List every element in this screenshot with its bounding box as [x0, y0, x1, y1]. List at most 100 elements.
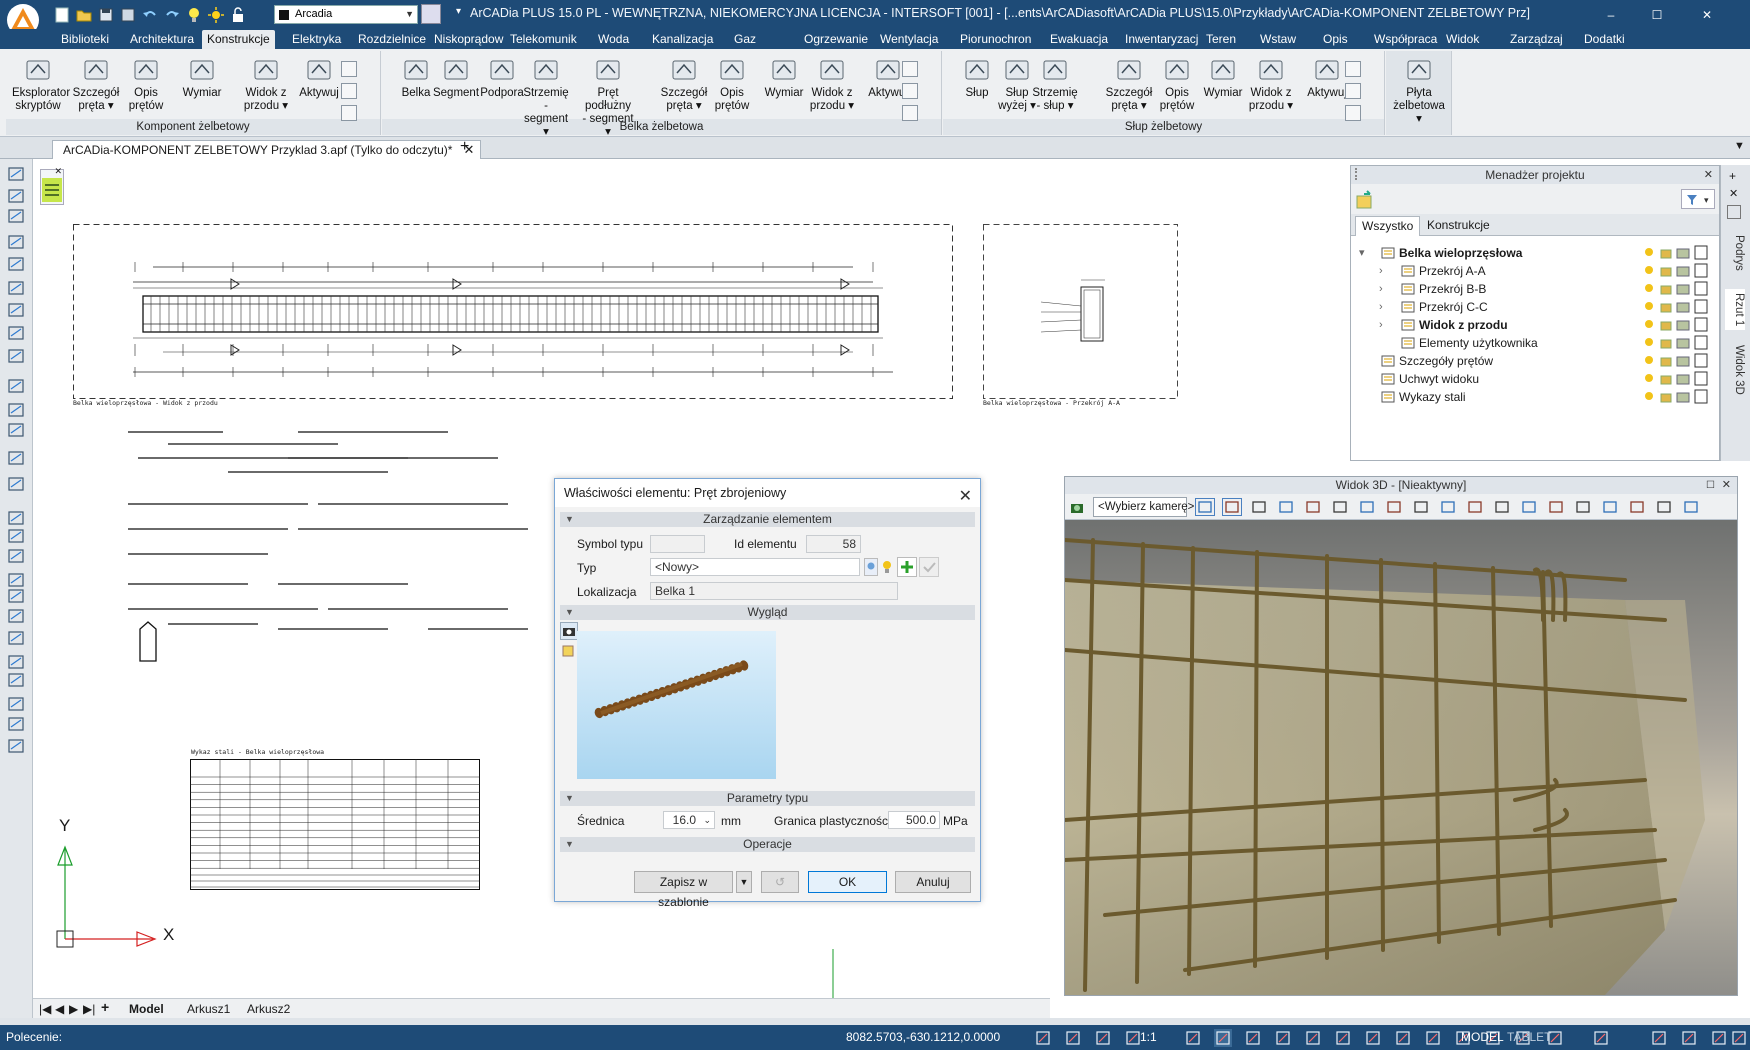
view-3d-tool-icon-3[interactable]	[1276, 498, 1296, 516]
menu-tab-biblioteki[interactable]: Biblioteki	[61, 30, 109, 49]
status-toggle-icon-13[interactable]	[1424, 1029, 1442, 1047]
dialog-close-button[interactable]: ✕	[959, 483, 972, 511]
camera-select[interactable]: <Wybierz kamerę>	[1093, 497, 1194, 517]
view-3d-tool-icon-10[interactable]	[1465, 498, 1485, 516]
view-3d-tool-icon-6[interactable]	[1357, 498, 1377, 516]
left-tool-icon-7[interactable]	[7, 324, 25, 342]
section-appearance[interactable]: ▼ Wygląd	[560, 605, 975, 620]
view-3d-tool-icon-1[interactable]	[1222, 498, 1242, 516]
ribbon-button-0-5[interactable]: Aktywuj	[293, 53, 345, 100]
left-tool-icon-3[interactable]	[7, 233, 25, 251]
document-tab[interactable]: ArCADia-KOMPONENT ZELBETOWY Przyklad 3.a…	[52, 140, 482, 159]
menu-tab-gaz[interactable]: Gaz	[734, 30, 756, 49]
ribbon-small-tool-2[interactable]	[902, 105, 918, 121]
tree-row[interactable]: Uchwyt widoku	[1351, 370, 1719, 388]
chevron-right-icon[interactable]: ›	[1379, 262, 1383, 280]
left-tool-icon-12[interactable]	[7, 449, 25, 467]
tab-list-chevron-icon[interactable]: ▼	[1734, 140, 1745, 152]
left-tool-icon-5[interactable]	[7, 279, 25, 297]
menu-tab-kanalizacja[interactable]: Kanalizacja	[652, 30, 713, 49]
ribbon-small-tool-2[interactable]	[341, 105, 357, 121]
view-3d-tool-icon-16[interactable]	[1627, 498, 1647, 516]
view-3d-tool-icon-2[interactable]	[1249, 498, 1269, 516]
status-toggle-icon-1[interactable]	[1064, 1029, 1082, 1047]
menu-tab-telekomunik[interactable]: Telekomunik	[510, 30, 577, 49]
type-lightbulb-icon[interactable]	[880, 558, 894, 576]
customize-qat-icon[interactable]: ▾	[456, 6, 461, 17]
left-tool-icon-9[interactable]	[7, 377, 25, 395]
restore-button[interactable]: ↺	[761, 871, 799, 893]
ribbon-small-tool-0[interactable]	[902, 61, 918, 77]
status-toggle-icon-10[interactable]	[1334, 1029, 1352, 1047]
menu-tab-teren[interactable]: Teren	[1206, 30, 1236, 49]
chevron-right-icon[interactable]: ›	[1379, 298, 1383, 316]
add-tab-icon[interactable]: +	[460, 138, 469, 156]
beam-front-view-drawing[interactable]	[73, 224, 953, 404]
sheet-tab-model[interactable]: Model	[129, 1001, 164, 1017]
tree-row[interactable]: › Widok z przodu	[1351, 316, 1719, 334]
left-tool-icon-13[interactable]	[7, 475, 25, 493]
close-icon[interactable]: ✕	[1729, 187, 1738, 200]
menu-tab-niskoprądow[interactable]: Niskoprądow	[434, 30, 503, 49]
tab-wszystko[interactable]: Wszystko	[1355, 216, 1421, 236]
ribbon-button-0-4[interactable]: Widok z przodu ▾	[240, 53, 292, 113]
ribbon-button-1-6[interactable]: Opis prętów	[706, 53, 758, 113]
view-3d-tool-icon-7[interactable]	[1384, 498, 1404, 516]
ribbon-button-2-4[interactable]: Opis prętów	[1151, 53, 1203, 113]
status-toggle-icon-22[interactable]	[1730, 1029, 1748, 1047]
left-tool-icon-2[interactable]	[7, 207, 25, 225]
close-view-icon[interactable]: ✕	[1722, 477, 1731, 494]
status-toggle-icon-0[interactable]	[1034, 1029, 1052, 1047]
view-3d-tool-icon-8[interactable]	[1411, 498, 1431, 516]
material-view-icon[interactable]	[560, 643, 578, 661]
rebar-cage-3d-scene[interactable]	[1065, 520, 1737, 995]
last-sheet-icon[interactable]: ▶|	[83, 1001, 95, 1017]
symbol-type-field[interactable]	[650, 535, 705, 553]
close-button[interactable]: ✕	[1684, 0, 1730, 29]
left-tool-icon-20[interactable]	[7, 629, 25, 647]
view-3d-tool-icon-0[interactable]	[1195, 498, 1215, 516]
chevron-right-icon[interactable]: ›	[1379, 316, 1383, 334]
panel-grip-icon[interactable]	[1355, 168, 1365, 180]
apply-type-button[interactable]	[919, 557, 939, 577]
tree-row[interactable]: Szczegóły prętów	[1351, 352, 1719, 370]
status-toggle-icon-19[interactable]	[1650, 1029, 1668, 1047]
status-toggle-icon-2[interactable]	[1094, 1029, 1112, 1047]
save-as-icon[interactable]	[118, 5, 138, 25]
left-tool-icon-16[interactable]	[7, 547, 25, 565]
left-tool-icon-11[interactable]	[7, 421, 25, 439]
sheet-tab-arkusz1[interactable]: Arkusz1	[187, 1001, 230, 1017]
left-tool-icon-4[interactable]	[7, 255, 25, 273]
view-3d-tool-icon-5[interactable]	[1330, 498, 1350, 516]
rebar-detail-drawings[interactable]	[128, 424, 548, 674]
ribbon-button-1-4[interactable]: Pręt podłużny - segment ▾	[582, 53, 634, 139]
menu-tab-wentylacja[interactable]: Wentylacja	[880, 30, 938, 49]
lightbulb-icon[interactable]	[184, 5, 204, 25]
ribbon-button-3-0[interactable]: Płyta żelbetowa ▾	[1390, 53, 1448, 126]
left-tool-icon-8[interactable]	[7, 347, 25, 365]
ribbon-small-tool-0[interactable]	[341, 61, 357, 77]
chevron-down-icon[interactable]: ▾	[1359, 244, 1365, 262]
new-file-icon[interactable]	[52, 5, 72, 25]
view-3d-tool-icon-12[interactable]	[1519, 498, 1539, 516]
ribbon-button-0-3[interactable]: Wymiar	[176, 53, 228, 100]
left-tool-icon-23[interactable]	[7, 695, 25, 713]
sun-icon[interactable]	[206, 5, 226, 25]
ribbon-button-1-3[interactable]: Strzemię - segment ▾	[520, 53, 572, 139]
status-toggle-icon-9[interactable]	[1304, 1029, 1322, 1047]
model-space-toggle[interactable]: MODEL	[1461, 1030, 1504, 1044]
sheet-tab-arkusz2[interactable]: Arkusz2	[247, 1001, 290, 1017]
view-3d-tool-icon-15[interactable]	[1600, 498, 1620, 516]
section-type-params[interactable]: ▼ Parametry typu	[560, 791, 975, 806]
side-tab-podrys[interactable]: Podrys	[1725, 235, 1745, 271]
tree-row[interactable]: › Przekrój C-C	[1351, 298, 1719, 316]
save-template-button[interactable]: Zapisz w szablonie	[634, 871, 733, 909]
left-tool-icon-6[interactable]	[7, 301, 25, 319]
redo-icon[interactable]	[162, 5, 182, 25]
first-sheet-icon[interactable]: |◀	[39, 1001, 51, 1017]
status-toggle-icon-8[interactable]	[1274, 1029, 1292, 1047]
chevron-right-icon[interactable]: ›	[1379, 280, 1383, 298]
menu-tab-ogrzewanie[interactable]: Ogrzewanie	[804, 30, 868, 49]
menu-tab-piorunochron[interactable]: Piorunochron	[960, 30, 1031, 49]
menu-tab-ewakuacja[interactable]: Ewakuacja	[1050, 30, 1108, 49]
